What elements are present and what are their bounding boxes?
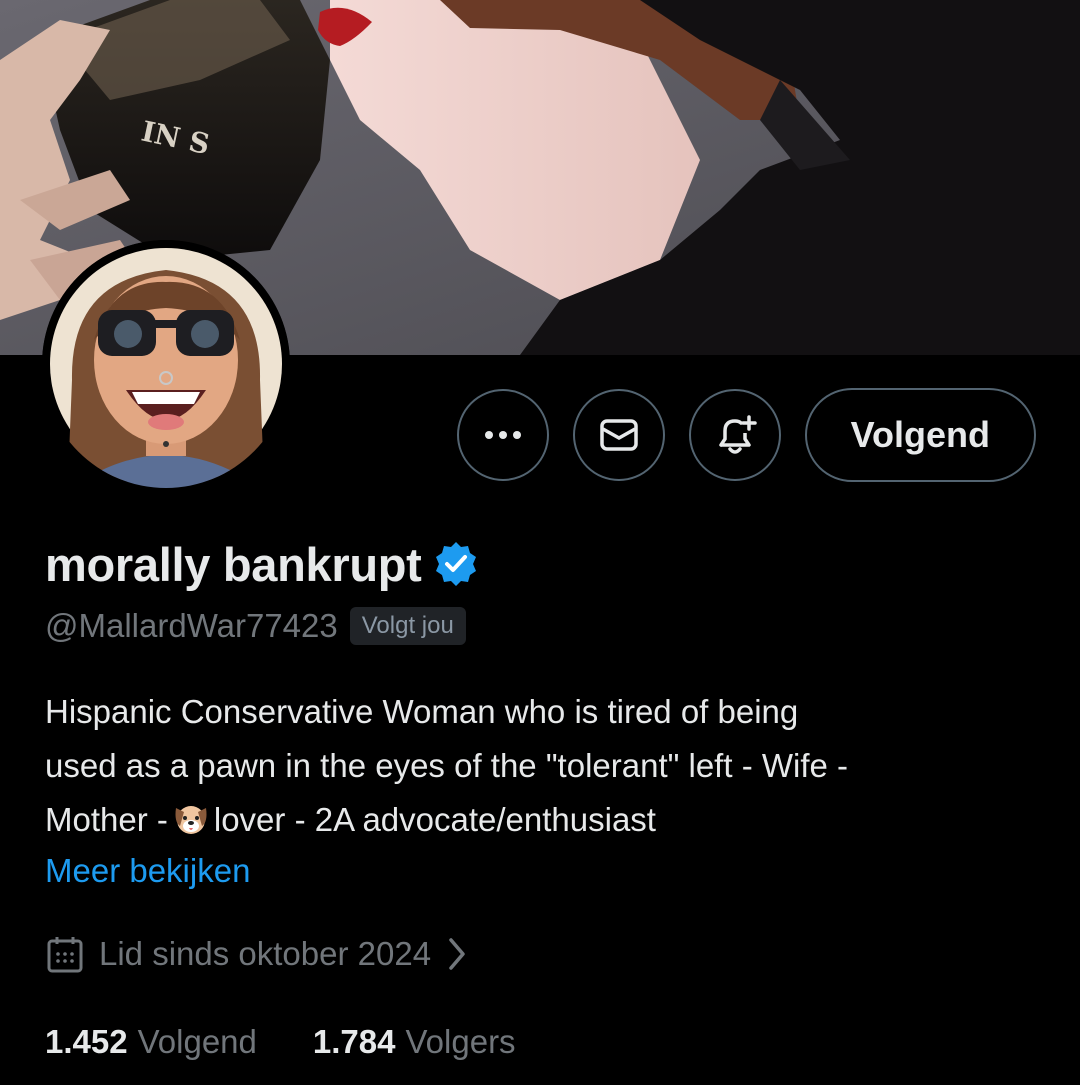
profile-avatar[interactable] (42, 240, 290, 488)
chevron-right-icon (449, 938, 465, 970)
dog-face-emoji (172, 800, 210, 854)
handle-row: @MallardWar77423 Volgt jou (45, 604, 466, 648)
following-count: 1.452 (45, 1023, 128, 1060)
profile-actions: Volgend (456, 388, 1036, 482)
see-more-link[interactable]: Meer bekijken (45, 852, 250, 890)
follows-you-badge: Volgt jou (349, 607, 466, 645)
bio-text: Mother - (45, 801, 168, 838)
bio-text: lover - 2A advocate/enthusiast (213, 801, 656, 838)
user-handle: @MallardWar77423 (45, 607, 338, 644)
joined-date: Lid sinds oktober 2024 (99, 935, 432, 972)
display-name-row: morally bankrupt (45, 532, 480, 596)
followers-count: 1.784 (312, 1023, 396, 1060)
profile-bio: Hispanic Conservative Woman who is tired… (45, 685, 1045, 854)
joined-date-row[interactable]: Lid sinds oktober 2024 (45, 930, 469, 978)
message-button[interactable] (572, 389, 665, 481)
bio-line: Mother - lover - 2A advocate/enthusiast (45, 793, 1045, 854)
verified-badge-icon[interactable] (432, 540, 480, 588)
following-stat[interactable]: 1.452 Volgend (45, 1023, 257, 1061)
bell-plus-icon (718, 415, 757, 454)
notify-button[interactable] (688, 389, 781, 481)
calendar-icon (47, 937, 83, 973)
following-label: Volgend (137, 1023, 257, 1060)
follow-stats: 1.452 Volgend 1.784 Volgers (45, 1018, 516, 1066)
bio-line: Hispanic Conservative Woman who is tired… (45, 693, 799, 730)
avatar-image (42, 240, 290, 488)
display-name: morally bankrupt (45, 537, 422, 591)
bio-line: used as a pawn in the eyes of the "toler… (45, 747, 849, 784)
followers-label: Volgers (405, 1023, 516, 1060)
followers-stat[interactable]: 1.784 Volgers (313, 1023, 516, 1061)
more-button[interactable] (456, 389, 549, 481)
envelope-icon (599, 419, 638, 451)
following-button[interactable]: Volgend (804, 388, 1036, 482)
more-horizontal-icon (484, 431, 521, 439)
